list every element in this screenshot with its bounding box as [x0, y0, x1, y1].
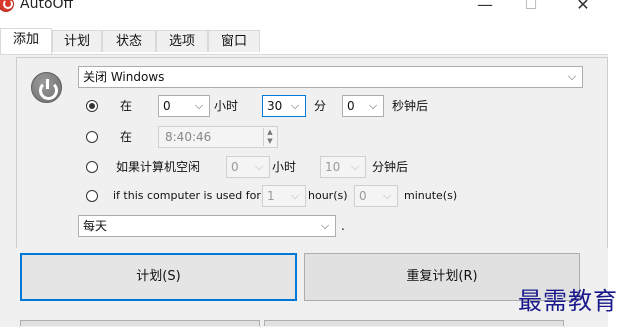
row2-time-spinner[interactable]: 8:40:46 ▲ ▼ [158, 126, 278, 148]
bottom-button-edge-left [20, 320, 260, 326]
bottom-button-edge-right [264, 320, 564, 326]
chevron-down-icon: ⌵ [290, 189, 300, 202]
chevron-down-icon: ⌵ [254, 160, 264, 173]
chevron-down-icon: ⌵ [320, 219, 330, 232]
radio-at-time[interactable] [86, 131, 98, 143]
row1-hours-value: 0 [163, 99, 171, 113]
minimize-button[interactable]: — [462, 0, 508, 16]
chevron-down-icon: ⌵ [350, 160, 360, 173]
chevron-down-icon: ⌵ [368, 99, 378, 112]
spinner-arrows-icon[interactable]: ▲ ▼ [263, 128, 276, 146]
tab-add[interactable]: 添加 [0, 28, 52, 54]
tab-window[interactable]: 窗口 [208, 30, 260, 52]
watermark-text: 最需教育 [518, 287, 618, 315]
repeat-select-value: 每天 [83, 219, 108, 233]
row4-minutes-select[interactable]: 0 ⌵ [354, 185, 398, 207]
row1-minutes-select[interactable]: 30 ⌵ [262, 95, 306, 117]
chevron-down-icon: ⌵ [194, 99, 204, 112]
row3-minutes-unit: 分钟后 [372, 160, 409, 174]
row3-minutes-select[interactable]: 10 ⌵ [320, 156, 366, 178]
row2-prefix: 在 [120, 130, 133, 144]
app-power-icon [0, 0, 14, 12]
row1-seconds-value: 0 [347, 99, 355, 113]
row3-hours-value: 0 [231, 160, 239, 174]
close-button[interactable]: ✕ [560, 0, 606, 16]
tab-strip: 添加 计划 状态 选项 窗口 [0, 28, 640, 54]
radio-usage[interactable] [86, 190, 98, 202]
row4-hours-select[interactable]: 1 ⌵ [262, 185, 306, 207]
repeat-suffix: . [341, 219, 345, 233]
tab-schedule[interactable]: 计划 [52, 30, 102, 52]
row4-hours-value: 1 [267, 189, 275, 203]
row1-minutes-unit: 分 [314, 99, 327, 113]
row2-time-value: 8:40:46 [165, 130, 212, 144]
action-select-value: 关闭 Windows [83, 70, 165, 84]
row4-minutes-unit: minute(s) [404, 189, 458, 202]
power-icon [31, 72, 62, 103]
window-title: AutoOff [20, 0, 74, 12]
row3-minutes-value: 10 [325, 160, 341, 174]
row4-hours-unit: hour(s) [308, 189, 348, 202]
row1-hours-select[interactable]: 0 ⌵ [158, 95, 210, 117]
row1-seconds-select[interactable]: 0 ⌵ [342, 95, 384, 117]
radio-idle[interactable] [86, 161, 98, 173]
row1-prefix: 在 [120, 99, 133, 113]
row1-minutes-value: 30 [267, 99, 283, 113]
tab-status[interactable]: 状态 [102, 30, 156, 52]
radio-countdown[interactable] [86, 100, 98, 112]
row4-minutes-value: 0 [359, 189, 367, 203]
chevron-down-icon: ⌵ [290, 99, 300, 112]
chevron-down-icon: ⌵ [567, 70, 577, 83]
row3-prefix: 如果计算机空闲 [116, 160, 201, 174]
tab-options[interactable]: 选项 [156, 30, 208, 52]
repeat-select[interactable]: 每天 ⌵ [78, 215, 336, 237]
title-bar: AutoOff — ☐ ✕ [0, 0, 640, 17]
chevron-down-icon: ⌵ [382, 189, 392, 202]
row1-seconds-unit: 秒钟后 [392, 99, 429, 113]
row1-hours-unit: 小时 [214, 99, 239, 113]
row3-hours-select[interactable]: 0 ⌵ [226, 156, 270, 178]
schedule-button[interactable]: 计划(S) [20, 253, 297, 301]
row3-hours-unit: 小时 [272, 160, 297, 174]
row4-prefix: if this computer is used for [113, 189, 261, 202]
maximize-button[interactable]: ☐ [508, 0, 554, 16]
action-select[interactable]: 关闭 Windows ⌵ [78, 66, 583, 88]
